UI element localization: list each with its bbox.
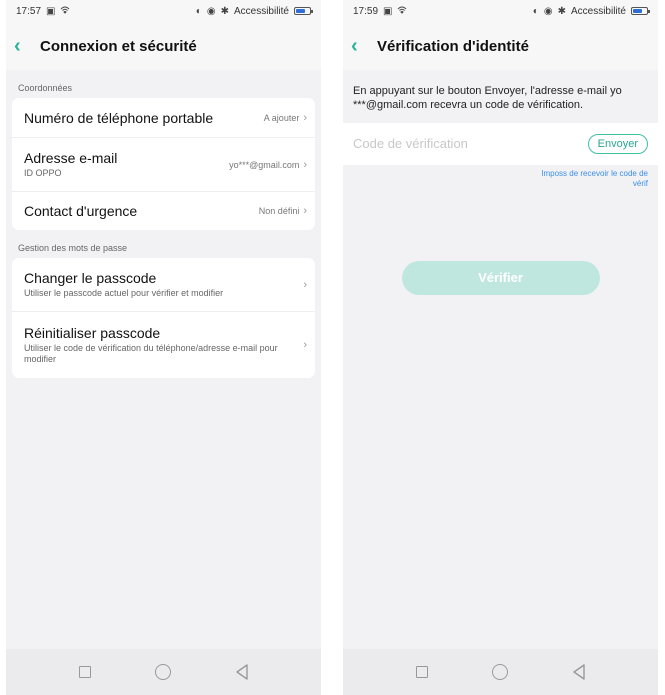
chevron-right-icon: › <box>303 339 307 351</box>
chevron-right-icon: › <box>303 111 307 124</box>
verify-button[interactable]: Vérifier <box>401 260 600 295</box>
navigation-bar <box>343 649 658 695</box>
title-bar: ‹ Vérification d'identité <box>343 22 658 70</box>
row-value: Non défini <box>258 206 300 216</box>
row-title: Réinitialiser passcode <box>24 325 161 342</box>
status-time: 17:57 <box>16 5 42 17</box>
bluetooth-icon: ✱ <box>220 5 229 17</box>
home-button[interactable] <box>485 657 515 687</box>
send-button[interactable]: Envoyer <box>587 133 648 154</box>
row-title: Changer le passcode <box>24 270 157 287</box>
recent-apps-button[interactable] <box>407 657 437 687</box>
back-chevron-icon[interactable]: ‹ <box>351 36 371 56</box>
row-value: yo***@gmail.com <box>229 159 300 170</box>
row-subtitle: Utiliser le passcode actuel pour vérifie… <box>24 288 224 299</box>
screen-verification-identite: 17:59 ▣ ◐ ◉ ✱ Accessibilité ‹ Vérificati… <box>343 0 658 695</box>
status-bar: 17:57 ▣ ◐ ◉ ✱ Accessibilité <box>6 0 321 22</box>
recent-apps-button[interactable] <box>70 657 100 687</box>
circle-icon <box>155 664 172 680</box>
row-title: Contact d'urgence <box>24 203 138 219</box>
row-subtitle: ID OPPO <box>24 168 62 179</box>
section-label-passwords: Gestion des mots de passe <box>18 243 128 253</box>
location-icon: ◉ <box>543 5 553 17</box>
bluetooth-icon: ✱ <box>557 5 566 17</box>
status-accessibility: Accessibilité <box>570 5 626 17</box>
battery-icon <box>294 7 313 15</box>
back-button[interactable] <box>564 657 594 687</box>
triangle-back-icon <box>573 664 585 680</box>
circle-icon <box>492 664 509 680</box>
page-title: Connexion et sécurité <box>40 37 197 55</box>
row-value: A ajouter <box>263 112 300 123</box>
row-email[interactable]: Adresse e-mail ID OPPO yo***@gmail.com › <box>12 138 315 192</box>
verification-code-input[interactable] <box>353 136 553 152</box>
title-bar: ‹ Connexion et sécurité <box>6 22 321 70</box>
screen-connexion-securite: 17:57 ▣ ◐ ◉ ✱ Accessibilité ‹ Connexion … <box>6 0 321 695</box>
row-title: Numéro de téléphone portable <box>24 109 214 126</box>
vibrate-icon: ◐ <box>195 5 202 17</box>
notification-icon: ▣ <box>383 5 393 17</box>
status-time: 17:59 <box>353 5 379 17</box>
back-chevron-icon[interactable]: ‹ <box>14 36 34 56</box>
row-emergency-contact[interactable]: Contact d'urgence Non défini › <box>12 192 315 230</box>
row-reset-passcode[interactable]: Réinitialiser passcode Utiliser le code … <box>12 312 315 378</box>
square-icon <box>416 666 429 678</box>
verification-info-text: En appuyant sur le bouton Envoyer, l'adr… <box>343 70 658 123</box>
wifi-icon <box>397 6 407 17</box>
navigation-bar <box>6 649 321 695</box>
battery-icon <box>631 7 650 15</box>
cannot-receive-code-link[interactable]: Imposs de recevoir le code de vérif <box>343 165 658 189</box>
notification-icon: ▣ <box>46 5 56 17</box>
location-icon: ◉ <box>206 5 216 17</box>
chevron-right-icon: › <box>303 158 307 171</box>
square-icon <box>79 666 92 678</box>
home-button[interactable] <box>148 657 178 687</box>
section-label-coordonnees: Coordonnées <box>18 83 73 93</box>
row-change-passcode[interactable]: Changer le passcode Utiliser le passcode… <box>12 258 315 312</box>
chevron-right-icon: › <box>303 205 307 217</box>
status-bar: 17:59 ▣ ◐ ◉ ✱ Accessibilité <box>343 0 658 22</box>
back-button[interactable] <box>227 657 257 687</box>
status-accessibility: Accessibilité <box>233 5 289 17</box>
vibrate-icon: ◐ <box>532 5 539 17</box>
triangle-back-icon <box>236 664 248 680</box>
row-subtitle: Utiliser le code de vérification du télé… <box>24 343 278 364</box>
page-title: Vérification d'identité <box>377 37 529 55</box>
row-phone-number[interactable]: Numéro de téléphone portable A ajouter › <box>12 98 315 138</box>
code-card: Envoyer <box>343 122 658 165</box>
chevron-right-icon: › <box>303 278 307 291</box>
passwords-card: Changer le passcode Utiliser le passcode… <box>12 258 315 378</box>
row-title: Adresse e-mail <box>24 150 118 167</box>
coordonnees-card: Numéro de téléphone portable A ajouter ›… <box>12 98 315 230</box>
wifi-icon <box>60 6 70 17</box>
